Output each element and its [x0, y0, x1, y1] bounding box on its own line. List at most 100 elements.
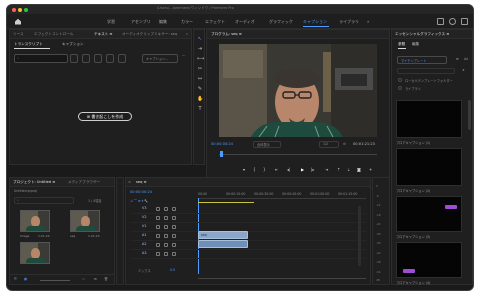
add-template-icon[interactable]: ⊞	[456, 57, 459, 61]
project-item-thumbnail-2[interactable]	[70, 210, 100, 232]
track-lock-icon[interactable]	[156, 225, 160, 229]
transcribe-button[interactable]: ⊞ 書き起こしを作成	[78, 112, 132, 121]
track-sync-icon[interactable]	[164, 252, 168, 256]
list-view-icon[interactable]: ☰	[14, 277, 17, 281]
tab-media-browser[interactable]: メディアブラウザー	[68, 180, 100, 185]
thumbnail-zoom-slider[interactable]	[40, 280, 70, 281]
settings-icon[interactable]: +	[369, 167, 372, 172]
template-search-input[interactable]	[397, 68, 455, 74]
track-label-v3[interactable]: V3	[142, 206, 146, 210]
timeline-ruler[interactable]	[198, 198, 366, 199]
track-select-tool-icon[interactable]: ⇥	[197, 46, 203, 52]
step-back-icon[interactable]: ◂|	[287, 167, 290, 172]
icon-view-icon[interactable]: ▦	[24, 277, 27, 281]
quality-dropdown[interactable]: 1/2	[319, 141, 339, 148]
track-label-v2[interactable]: V2	[142, 215, 146, 219]
program-playhead[interactable]	[220, 151, 223, 157]
template-thumbnail-3[interactable]	[396, 196, 462, 232]
ripple-edit-tool-icon[interactable]: ⟷	[197, 56, 204, 62]
track-label-a1[interactable]: A1	[142, 233, 146, 237]
panel-menu-icon[interactable]: ⋯	[182, 54, 186, 58]
transcript-search-input[interactable]: ⌕	[14, 54, 68, 63]
extract-icon[interactable]: ⇣	[347, 167, 350, 172]
program-monitor-title[interactable]: プログラム: seq ≡	[211, 32, 242, 37]
search-up-button[interactable]	[82, 54, 90, 63]
workspace-libraries[interactable]: ライブラリ	[339, 19, 359, 25]
mix-value[interactable]: 0.0	[170, 268, 175, 272]
workspace-color[interactable]: カラー	[181, 19, 193, 25]
workspace-captions[interactable]: キャプション	[303, 19, 327, 25]
track-lock-icon[interactable]	[156, 252, 160, 256]
step-forward-icon[interactable]: |▸	[311, 167, 314, 172]
delete-icon[interactable]: 🗑	[104, 277, 108, 281]
slip-tool-icon[interactable]: ↔	[197, 76, 203, 82]
subtab-transcript[interactable]: トランスクリプト	[14, 42, 43, 47]
video-frame[interactable]	[219, 44, 377, 137]
track-sync-icon[interactable]	[164, 216, 168, 220]
workspace-edit[interactable]: 編集	[159, 19, 167, 25]
track-visibility-icon[interactable]	[172, 252, 176, 256]
razor-tool-icon[interactable]: ✂	[197, 66, 203, 72]
template-thumbnail-4[interactable]	[396, 242, 462, 278]
new-bin-icon[interactable]: ▭	[82, 277, 85, 281]
program-scrubber-track[interactable]	[219, 154, 377, 155]
tab-project[interactable]: プロジェクト: Untitled ≡	[13, 180, 55, 185]
track-visibility-icon[interactable]	[172, 225, 176, 229]
tab-audio-clip-mixer[interactable]: オーディオクリップミキサー: seq	[122, 32, 177, 37]
type-tool-icon[interactable]: T	[197, 106, 203, 112]
essential-graphics-scrollbar[interactable]	[468, 100, 471, 130]
go-to-out-icon[interactable]: ⇥	[325, 167, 328, 172]
timeline-close-icon[interactable]: ×	[128, 180, 131, 184]
project-search-input[interactable]: ⌕	[14, 197, 74, 204]
audio-clip[interactable]	[198, 240, 248, 248]
subtab-captions[interactable]: キャプション	[62, 42, 84, 47]
play-button[interactable]: ▶	[301, 167, 304, 172]
mark-out-icon[interactable]: }	[263, 167, 266, 172]
selection-tool-icon[interactable]: ↖	[197, 36, 203, 42]
libraries-checkbox[interactable]	[398, 86, 402, 90]
timeline-sequence-tab[interactable]: seq ≡	[136, 180, 147, 184]
tab-effect-controls[interactable]: エフェクトコントロール	[34, 32, 74, 37]
refresh-button[interactable]	[106, 54, 114, 63]
track-label-a3[interactable]: A3	[142, 251, 146, 255]
create-captions-button[interactable]: キャプション...	[142, 54, 178, 63]
track-sync-icon[interactable]	[164, 243, 168, 247]
track-lock-icon[interactable]	[156, 216, 160, 220]
lift-icon[interactable]: ⇡	[337, 167, 340, 172]
project-item-thumbnail-3[interactable]	[20, 242, 50, 264]
workspace-graphics[interactable]: グラフィック	[269, 19, 293, 25]
search-prev-button[interactable]	[70, 54, 78, 63]
zoom-window-button[interactable]	[24, 8, 28, 12]
template-thumbnail-2[interactable]	[396, 148, 462, 186]
tab-source[interactable]: ソース	[13, 32, 24, 37]
mark-in-icon[interactable]: {	[253, 167, 256, 172]
track-sync-icon[interactable]	[164, 207, 168, 211]
wrench-icon[interactable]: ⚙	[343, 142, 346, 146]
workspace-assembly[interactable]: アセンブリ	[131, 19, 151, 25]
track-lock-icon[interactable]	[156, 207, 160, 211]
project-item-thumbnail-1[interactable]	[20, 210, 50, 232]
track-visibility-icon[interactable]	[172, 207, 176, 211]
snap-icon[interactable]: ⊿ ⌒ ⊕ ▾ 🔧	[130, 198, 148, 203]
local-folder-checkbox[interactable]	[398, 78, 402, 82]
tab-more[interactable]: »	[186, 32, 188, 36]
hand-tool-icon[interactable]: ✋	[197, 96, 203, 102]
video-clip[interactable]: seq	[198, 231, 248, 239]
export-frame-icon[interactable]: ◙	[357, 167, 361, 172]
close-window-button[interactable]	[12, 8, 16, 12]
template-dropdown[interactable]: マイテンプレート	[397, 56, 447, 64]
pen-tool-icon[interactable]: ✎	[197, 86, 203, 92]
template-thumbnail-1[interactable]	[396, 100, 462, 138]
fullscreen-icon[interactable]	[461, 18, 468, 25]
search-down-button[interactable]	[94, 54, 102, 63]
adobe-stock-label[interactable]: Ad	[464, 57, 468, 61]
program-timecode-current[interactable]: 00:00:00:24	[211, 142, 233, 146]
track-sync-icon[interactable]	[164, 234, 168, 238]
workspace-more[interactable]: »	[367, 19, 369, 24]
timeline-vertical-scrollbar[interactable]	[358, 206, 361, 266]
track-sync-icon[interactable]	[164, 225, 168, 229]
essential-graphics-title[interactable]: エッセンシャルグラフィックス ≡	[395, 32, 449, 37]
workspace-effects[interactable]: エフェクト	[205, 19, 225, 25]
timeline-scrollbar[interactable]	[198, 278, 366, 279]
share-icon[interactable]	[437, 18, 444, 25]
